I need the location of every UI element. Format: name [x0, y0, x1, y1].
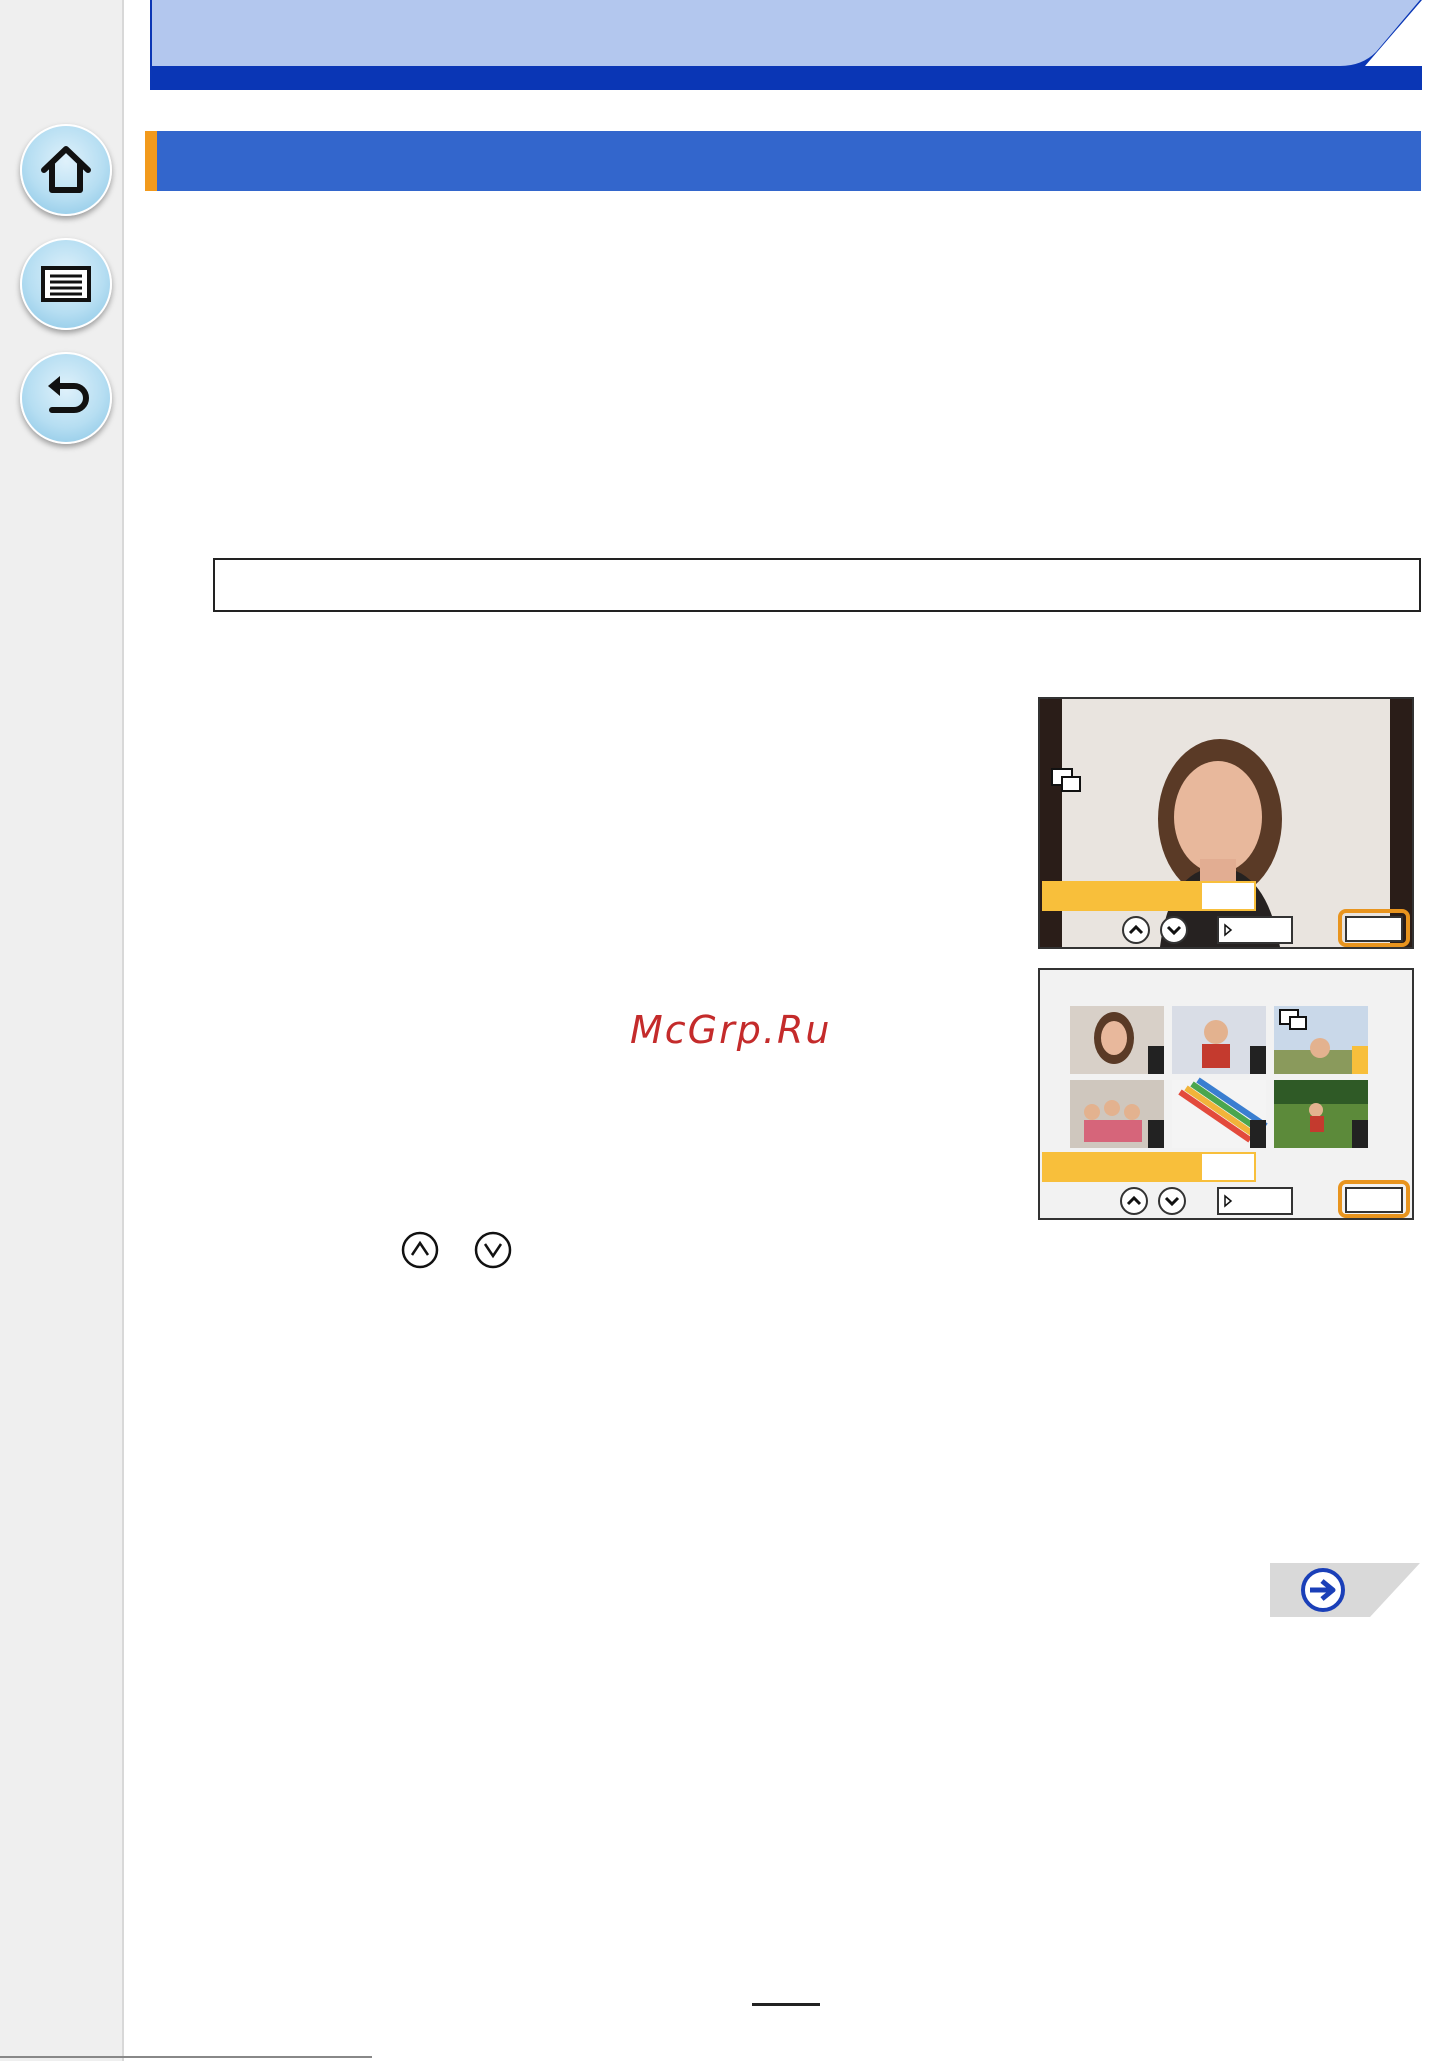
- camera-screen-single: [1038, 697, 1414, 949]
- home-button[interactable]: [20, 124, 112, 216]
- footer-rule: [0, 2056, 372, 2058]
- sidebar: [0, 0, 124, 2061]
- return-icon: [48, 376, 89, 413]
- up-arrow-circle-icon: [401, 1231, 439, 1269]
- next-page-button[interactable]: [1270, 1563, 1420, 1617]
- down-arrow-circle-icon: [474, 1231, 512, 1269]
- note-box: [213, 558, 1421, 612]
- list-icon: [41, 266, 91, 302]
- cursor-keys: [401, 1231, 512, 1269]
- thumbnail[interactable]: [1172, 1077, 1268, 1148]
- watermark-text: McGrp.Ru: [630, 1008, 832, 1052]
- next-page-arrow-icon: [1301, 1568, 1345, 1612]
- thumbnail[interactable]: [1172, 1006, 1266, 1074]
- page-number-rule: [752, 2003, 820, 2006]
- thumbnail[interactable]: [1070, 1080, 1164, 1148]
- camera-screen-multi: [1038, 968, 1414, 1220]
- thumbnail[interactable]: [1274, 1080, 1368, 1148]
- page-header: [150, 0, 1422, 90]
- section-heading-bar: [145, 131, 1421, 191]
- thumbnail[interactable]: [1070, 1006, 1164, 1074]
- multi-image-preview: [1040, 970, 1412, 1218]
- single-image-preview: [1040, 699, 1412, 947]
- home-icon: [41, 146, 91, 193]
- back-button[interactable]: [20, 352, 112, 444]
- thumbnail[interactable]: [1274, 1006, 1368, 1074]
- contents-button[interactable]: [20, 238, 112, 330]
